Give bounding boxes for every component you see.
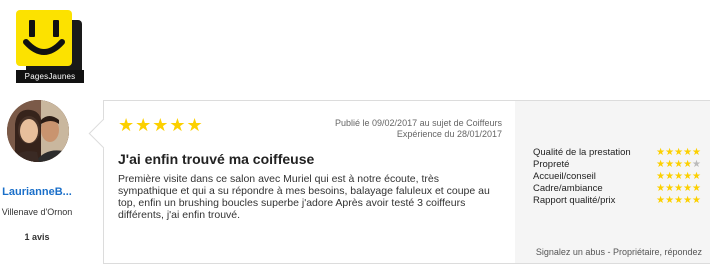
criterion-label: Qualité de la prestation [533, 147, 631, 158]
criterion-stars: ★★★★★ [656, 171, 701, 182]
criterion-stars: ★★★★★ [656, 159, 701, 170]
user-name-link[interactable]: LaurianneB... [0, 186, 74, 198]
smiley-icon [16, 10, 72, 66]
criterion-row: Accueil/conseil ★★★★★ [533, 171, 703, 182]
criterion-row: Propreté ★★★★★ [533, 159, 703, 170]
review-title: J'ai enfin trouvé ma coiffeuse [118, 151, 315, 167]
criterion-row: Qualité de la prestation ★★★★★ [533, 147, 703, 158]
review-body: Première visite dans ce salon avec Murie… [118, 173, 490, 221]
criterion-stars: ★★★★★ [656, 195, 701, 206]
criteria-panel: Qualité de la prestation ★★★★★ Propreté … [515, 101, 710, 263]
overall-rating-stars: ★★★★★ [118, 115, 204, 135]
review-card: ★★★★★ Publié le 09/02/2017 au sujet de C… [88, 100, 710, 264]
avatar[interactable] [7, 100, 69, 162]
criteria-list: Qualité de la prestation ★★★★★ Propreté … [533, 147, 703, 207]
criterion-label: Propreté [533, 159, 570, 170]
criterion-label: Cadre/ambiance [533, 183, 603, 194]
criterion-row: Rapport qualité/prix ★★★★★ [533, 195, 703, 206]
criterion-label: Accueil/conseil [533, 171, 596, 182]
criterion-stars: ★★★★★ [656, 183, 701, 194]
logo-wordmark: PagesJaunes [16, 70, 84, 83]
user-review-count: 1 avis [24, 232, 50, 242]
experience-date: Expérience du 28/01/2017 [396, 129, 502, 139]
criterion-stars: ★★★★★ [656, 147, 701, 158]
review-subject: au sujet de Coiffeurs [419, 118, 502, 128]
report-abuse-link[interactable]: Signalez un abus - Propriétaire, réponde… [536, 247, 702, 257]
criterion-row: Cadre/ambiance ★★★★★ [533, 183, 703, 194]
card-pointer [88, 118, 119, 149]
pagesjaunes-logo[interactable]: PagesJaunes [16, 10, 84, 83]
publication-info: Publié le 09/02/2017 au sujet de Coiffeu… [335, 118, 502, 140]
published-date: Publié le 09/02/2017 [335, 118, 418, 128]
user-city: Villenave d'Ornon [1, 207, 73, 217]
criterion-label: Rapport qualité/prix [533, 195, 616, 206]
